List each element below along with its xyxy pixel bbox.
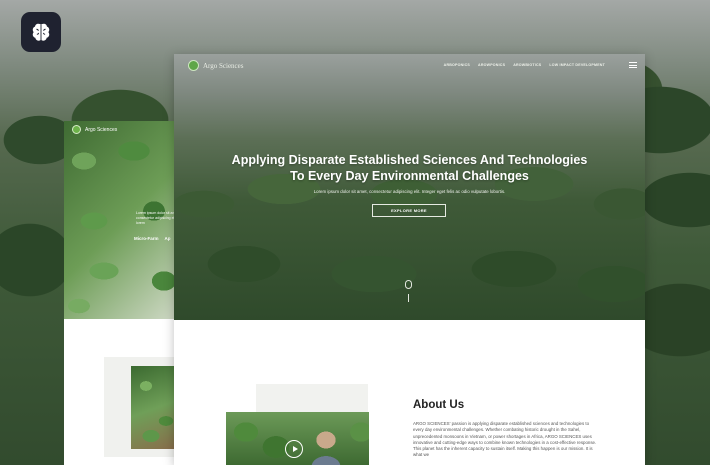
- play-icon[interactable]: [285, 440, 303, 458]
- scroll-line: [408, 294, 409, 302]
- brain-icon: [32, 23, 50, 41]
- back-brand: Argo Sciences: [85, 126, 118, 133]
- front-page-mockup: Argo Sciences ARBOPONICS AROWPONICS AROW…: [174, 54, 645, 465]
- main-menu: ARBOPONICS AROWPONICS AROWBIOTICS LOW IM…: [444, 63, 605, 67]
- leaf-logo-icon: [188, 60, 199, 71]
- tab-ap[interactable]: Ap: [165, 236, 171, 241]
- hero-title-line-1: Applying Disparate Established Sciences …: [231, 153, 588, 167]
- about-title: About Us: [413, 399, 465, 411]
- back-nav: Argo Sciences: [72, 125, 117, 134]
- back-image-frame: [104, 357, 184, 457]
- menu-item-arowponics[interactable]: AROWPONICS: [478, 63, 505, 67]
- brand-logo[interactable]: Argo Sciences: [188, 60, 244, 71]
- explore-more-button[interactable]: EXPLORE MORE: [372, 204, 446, 217]
- menu-item-arowbiotics[interactable]: AROWBIOTICS: [513, 63, 541, 67]
- menu-item-arboponics[interactable]: ARBOPONICS: [444, 63, 470, 67]
- app-logo-badge[interactable]: [21, 12, 61, 52]
- leaf-logo-icon: [72, 125, 81, 134]
- tab-micro-farm[interactable]: Micro-Farm: [134, 236, 159, 241]
- back-page-mockup: Argo Sciences Lorem ipsum dolor sit amet…: [64, 121, 184, 465]
- back-tabs: Micro-Farm Ap: [134, 236, 171, 241]
- hero-title-line-2: To Every Day Environmental Challenges: [290, 169, 529, 183]
- hamburger-icon[interactable]: [629, 62, 637, 69]
- about-text: ARGO SCIENCES' passion is applying dispa…: [413, 421, 597, 458]
- menu-item-low-impact[interactable]: LOW IMPACT DEVELOPMENT: [549, 63, 605, 67]
- hero-title: Applying Disparate Established Sciences …: [174, 152, 645, 184]
- hero-subtitle: Lorem ipsum dolor sit amet, consectetur …: [313, 189, 506, 194]
- top-nav: Argo Sciences ARBOPONICS AROWPONICS AROW…: [174, 54, 645, 76]
- mouse-scroll-icon[interactable]: [405, 280, 412, 289]
- brand-name: Argo Sciences: [203, 61, 244, 70]
